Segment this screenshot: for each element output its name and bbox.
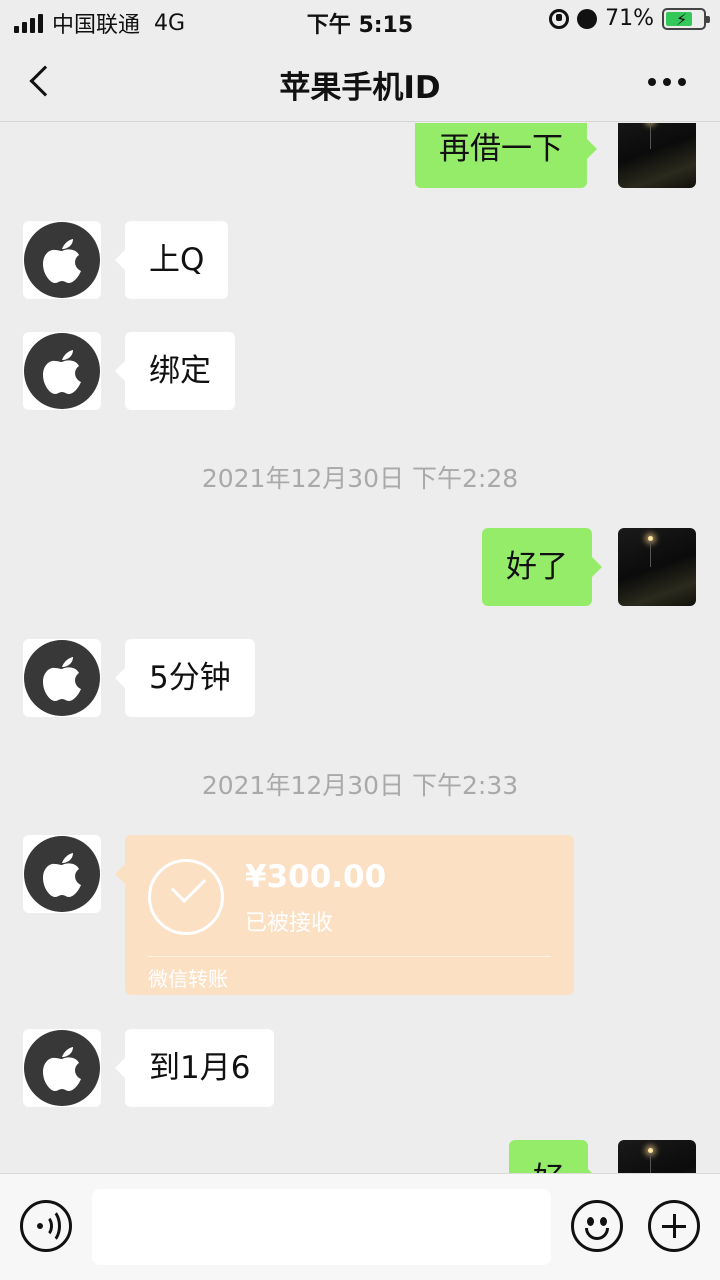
alarm-icon: [577, 8, 598, 29]
transfer-label: 微信转账: [148, 967, 228, 991]
apple-logo-icon: [43, 1047, 81, 1091]
transfer-status: 已被接收: [245, 911, 334, 936]
self-avatar[interactable]: [618, 123, 696, 188]
voice-icon[interactable]: [20, 1200, 72, 1252]
transfer-card[interactable]: ¥300.00 已被接收 微信转账: [115, 835, 574, 995]
message-timestamp: 2021年12月30日 下午2:28: [201, 464, 519, 493]
transfer-divider: [148, 956, 551, 957]
transfer-amount: ¥300.00: [245, 859, 387, 895]
chat-title: 苹果手机ID: [279, 70, 441, 106]
message-bubble-received[interactable]: 绑定: [115, 332, 235, 410]
more-icon[interactable]: [648, 78, 686, 86]
emoji-icon[interactable]: [571, 1200, 623, 1252]
contact-avatar[interactable]: [23, 1029, 101, 1107]
self-avatar[interactable]: [618, 528, 696, 606]
message-bubble-received[interactable]: 上Q: [114, 221, 229, 299]
battery-percent: 71%: [605, 6, 654, 31]
message-bubble-received[interactable]: 到1月6: [114, 1029, 275, 1107]
status-bar: 中国联通 4G 下午 5:15 71% ⚡: [0, 0, 720, 40]
input-bar: [0, 1173, 720, 1280]
chat-header: 苹果手机ID: [0, 40, 720, 122]
message-timestamp: 2021年12月30日 下午2:33: [201, 771, 519, 800]
contact-avatar[interactable]: [23, 639, 101, 717]
apple-logo-icon: [43, 657, 81, 701]
contact-avatar[interactable]: [23, 332, 101, 410]
message-bubble-sent[interactable]: 好了: [482, 528, 602, 606]
self-avatar[interactable]: [618, 1140, 696, 1173]
plus-icon[interactable]: [648, 1200, 700, 1252]
orientation-lock-icon: [549, 8, 570, 29]
apple-logo-icon: [43, 239, 81, 283]
message-bubble-sent[interactable]: 再借一下: [415, 123, 597, 188]
contact-avatar[interactable]: [23, 221, 101, 299]
apple-logo-icon: [43, 853, 81, 897]
apple-logo-icon: [43, 350, 81, 394]
battery-charging-icon: ⚡: [662, 7, 710, 30]
message-bubble-received[interactable]: 5分钟: [115, 639, 255, 717]
message-input[interactable]: [92, 1189, 551, 1265]
contact-avatar[interactable]: [23, 835, 101, 913]
message-bubble-sent[interactable]: 好: [509, 1140, 598, 1173]
message-list[interactable]: 再借一下 上Q 绑定 2021年12月30日 下午2:28 好了 5分钟 202…: [0, 123, 720, 1173]
check-circle-icon: [148, 859, 224, 935]
